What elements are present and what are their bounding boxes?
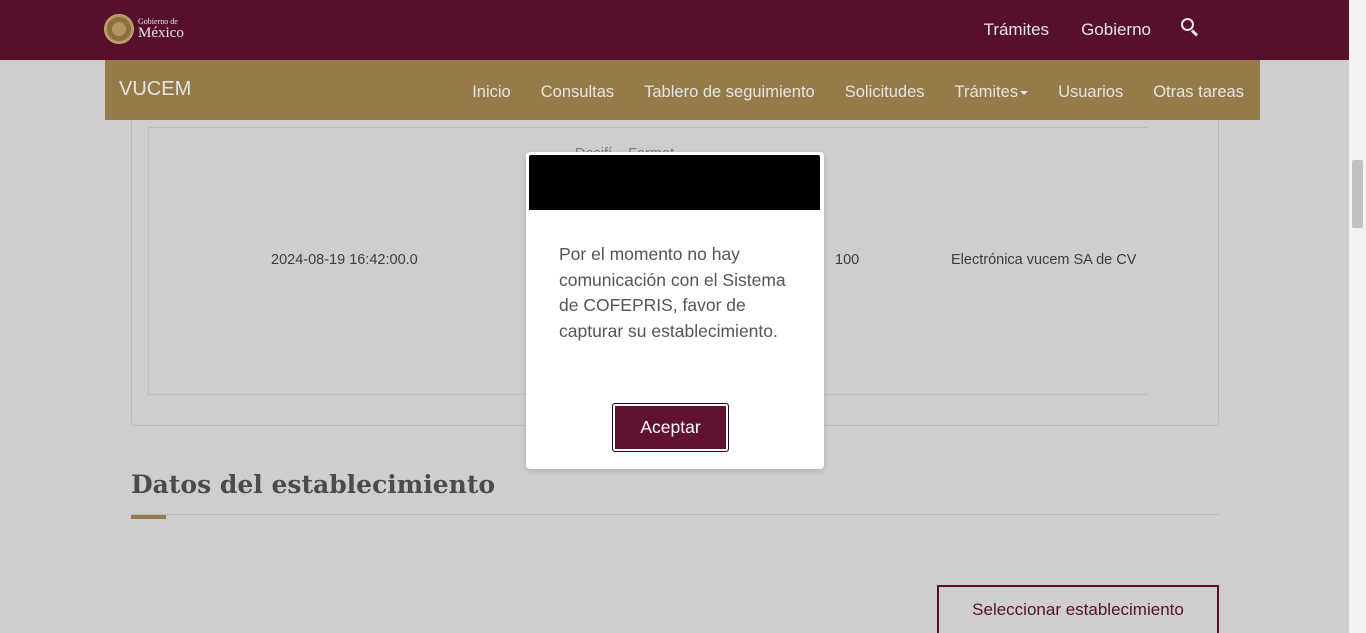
alert-modal: Por el momento no hay comunicación con e… (526, 152, 824, 469)
page-scrollbar[interactable] (1349, 0, 1366, 633)
modal-message: Por el momento no hay comunicación con e… (559, 244, 786, 341)
scrollbar-thumb[interactable] (1352, 160, 1363, 228)
modal-header (529, 155, 820, 210)
accept-button[interactable]: Aceptar (612, 403, 729, 452)
